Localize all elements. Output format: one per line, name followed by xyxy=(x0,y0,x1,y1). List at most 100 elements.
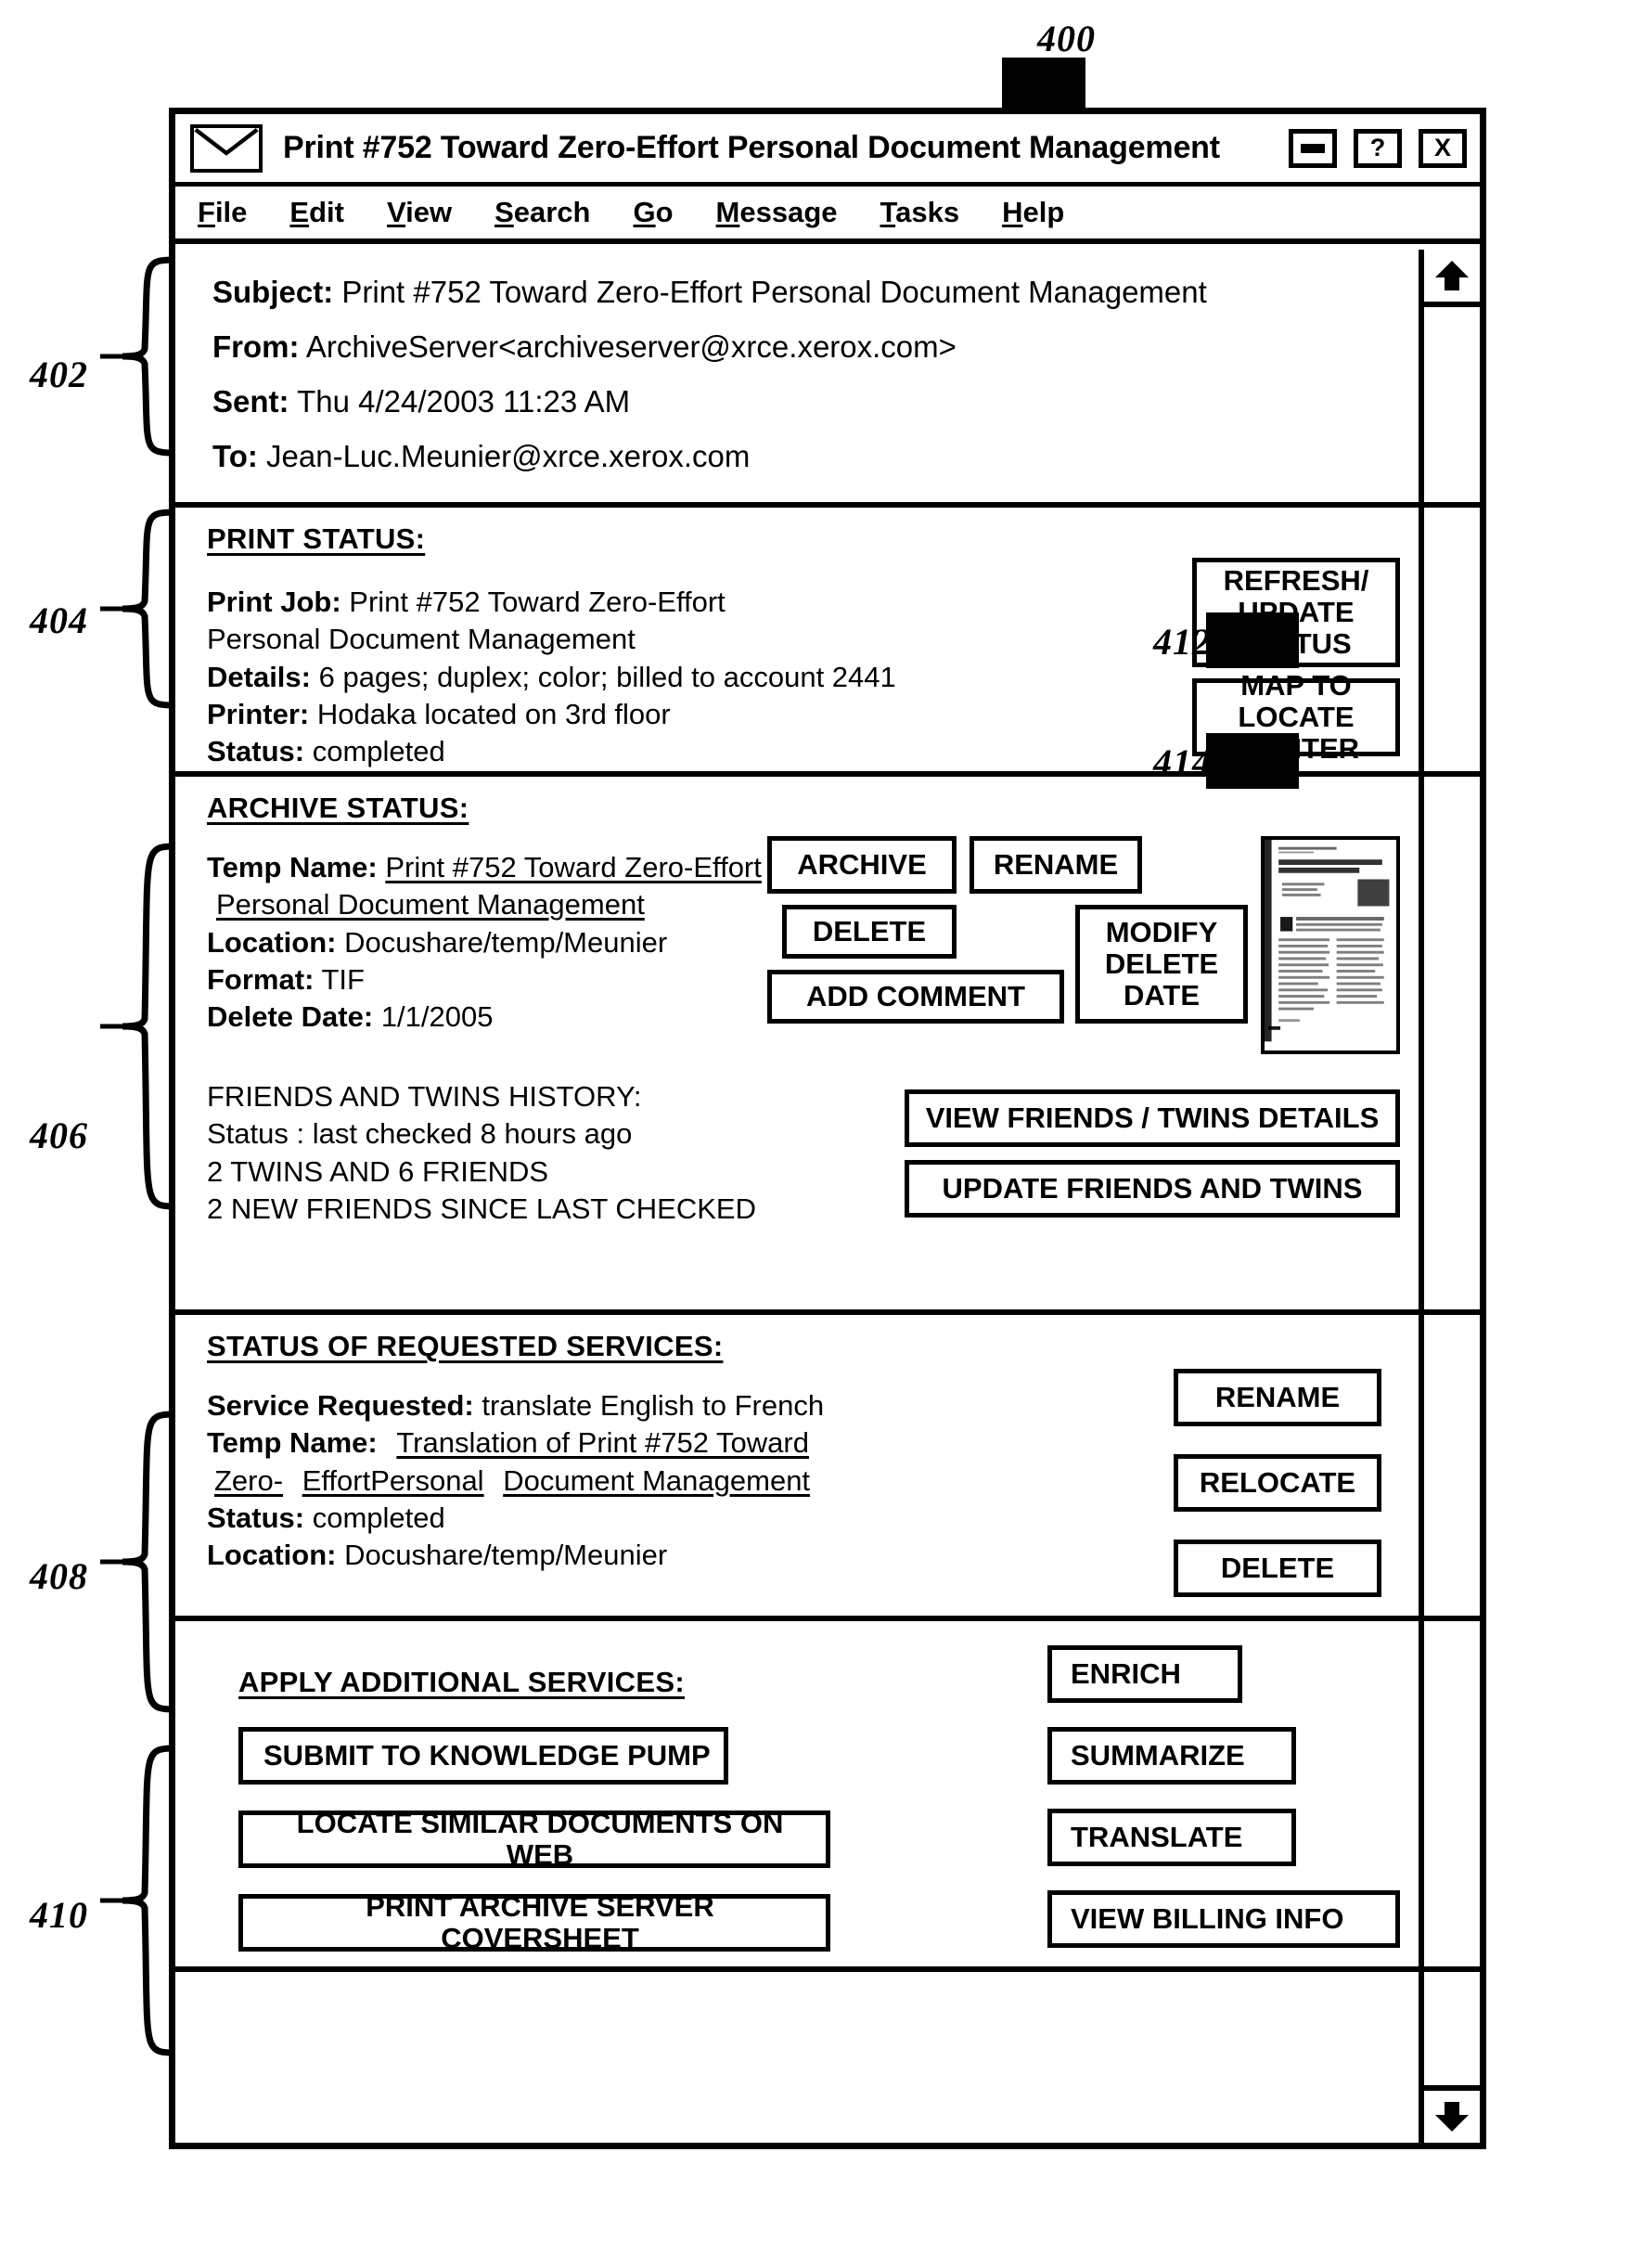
friends-twins-history: FRIENDS AND TWINS HISTORY: Status : last… xyxy=(207,1078,905,1228)
requested-services-section: STATUS OF REQUESTED SERVICES: Service Re… xyxy=(175,1315,1480,1621)
callout-404: 404 xyxy=(30,599,88,641)
service-temp-name-line1[interactable]: Translation of Print #752 Toward xyxy=(396,1426,809,1459)
menu-item-edit[interactable]: Edit xyxy=(289,196,344,229)
requested-services-details: Service Requested: translate English to … xyxy=(207,1387,1174,1574)
archive-rename-button[interactable]: RENAME xyxy=(970,836,1142,894)
callout-412: 412 xyxy=(1153,621,1212,663)
subject-label: Subject: xyxy=(212,275,334,309)
enrich-button[interactable]: ENRICH xyxy=(1047,1645,1242,1703)
sent-row: Sent: Thu 4/24/2003 11:23 AM xyxy=(212,374,1459,429)
to-row: To: Jean-Luc.Meunier@xrce.xerox.com xyxy=(212,429,1459,483)
archive-delete-date-row: Delete Date: 1/1/2005 xyxy=(207,999,767,1036)
modify-delete-date-button[interactable]: MODIFY DELETE DATE xyxy=(1075,905,1248,1024)
additional-services-heading: APPLY ADDITIONAL SERVICES: xyxy=(238,1666,685,1698)
menu-item-search[interactable]: Search xyxy=(494,196,590,229)
subject-value: Print #752 Toward Zero-Effort Personal D… xyxy=(341,275,1207,309)
service-delete-button[interactable]: DELETE xyxy=(1174,1540,1381,1597)
application-window: Print #752 Toward Zero-Effort Personal D… xyxy=(169,108,1486,2149)
print-job-value-line2: Personal Document Management xyxy=(207,623,636,656)
scroll-down-button[interactable] xyxy=(1424,2085,1480,2143)
print-archive-server-coversheet-button[interactable]: PRINT ARCHIVE SERVER COVERSHEET xyxy=(238,1890,830,1954)
service-location-value: Docushare/temp/Meunier xyxy=(344,1539,668,1572)
menu-item-file[interactable]: File xyxy=(198,196,247,229)
friends-twins-heading: FRIENDS AND TWINS HISTORY: xyxy=(207,1080,642,1113)
service-requested-row: Service Requested: translate English to … xyxy=(207,1387,1174,1424)
print-job-value-line1: Print #752 Toward Zero-Effort xyxy=(349,586,726,618)
print-status-row: Status: completed xyxy=(207,733,1192,770)
vertical-scrollbar[interactable] xyxy=(1419,250,1480,2143)
envelope-icon xyxy=(190,123,263,173)
service-requested-label: Service Requested: xyxy=(207,1389,474,1422)
service-temp-name-line2-b[interactable]: EffortPersonal xyxy=(302,1464,484,1497)
to-value: Jean-Luc.Meunier@xrce.xerox.com xyxy=(266,439,751,473)
print-status-details: Print Job: Print #752 Toward Zero-Effort… xyxy=(207,584,1192,770)
printer-label: Printer: xyxy=(207,697,310,730)
callout-414: 414 xyxy=(1153,741,1212,783)
menu-item-view[interactable]: View xyxy=(387,196,452,229)
service-location-label: Location: xyxy=(207,1539,337,1572)
print-status-label: Status: xyxy=(207,735,305,768)
close-button[interactable]: X xyxy=(1419,128,1467,168)
callout-408: 408 xyxy=(30,1555,88,1597)
menu-item-go[interactable]: Go xyxy=(633,196,673,229)
menu-item-help[interactable]: Help xyxy=(1002,196,1064,229)
locate-similar-documents-on-web-button[interactable]: LOCATE SIMILAR DOCUMENTS ON WEB xyxy=(238,1807,830,1871)
scroll-up-button[interactable] xyxy=(1424,250,1480,307)
service-location-row: Location: Docushare/temp/Meunier xyxy=(207,1537,1174,1574)
service-requested-value: translate English to French xyxy=(482,1389,825,1422)
archive-delete-button[interactable]: DELETE xyxy=(782,905,957,959)
summarize-button[interactable]: SUMMARIZE xyxy=(1047,1727,1296,1785)
friends-twins-counts: 2 TWINS AND 6 FRIENDS xyxy=(207,1154,549,1188)
view-billing-info-button[interactable]: VIEW BILLING INFO xyxy=(1047,1890,1400,1948)
service-temp-name-line2-c[interactable]: Document Management xyxy=(503,1464,810,1497)
archive-format-value: TIF xyxy=(321,962,365,996)
help-button[interactable]: ? xyxy=(1354,128,1402,168)
scroll-down-icon xyxy=(1435,2102,1469,2132)
callout-412-leader-line xyxy=(1206,612,1299,668)
submit-to-knowledge-pump-button[interactable]: SUBMIT TO KNOWLEDGE PUMP xyxy=(238,1727,728,1785)
service-temp-name-row: Temp Name: Translation of Print #752 Tow… xyxy=(207,1424,1174,1462)
archive-temp-name-line2[interactable]: Personal Document Management xyxy=(216,888,645,921)
friends-twins-status: Status : last checked 8 hours ago xyxy=(207,1117,633,1151)
translate-button[interactable]: TRANSLATE xyxy=(1047,1809,1296,1866)
print-job-row: Print Job: Print #752 Toward Zero-Effort xyxy=(207,584,1192,621)
service-relocate-button[interactable]: RELOCATE xyxy=(1174,1454,1381,1512)
service-rename-button[interactable]: RENAME xyxy=(1174,1369,1381,1426)
document-thumbnail[interactable] xyxy=(1261,836,1400,1054)
minimize-icon xyxy=(1301,143,1325,153)
printer-row: Printer: Hodaka located on 3rd floor xyxy=(207,696,1192,733)
friends-twins-new: 2 NEW FRIENDS SINCE LAST CHECKED xyxy=(207,1192,756,1225)
update-friends-and-twins-button[interactable]: UPDATE FRIENDS AND TWINS xyxy=(905,1160,1400,1218)
archive-status-details: Temp Name: Print #752 Toward Zero-Effort… xyxy=(207,849,767,1036)
archive-location-value: Docushare/temp/Meunier xyxy=(344,925,668,959)
view-friends-twins-details-button[interactable]: VIEW FRIENDS / TWINS DETAILS xyxy=(905,1089,1400,1147)
archive-format-row: Format: TIF xyxy=(207,961,767,999)
archive-temp-name-line1[interactable]: Print #752 Toward Zero-Effort xyxy=(385,851,762,883)
minimize-button[interactable] xyxy=(1289,128,1337,168)
archive-location-row: Location: Docushare/temp/Meunier xyxy=(207,924,767,961)
menu-item-message[interactable]: Message xyxy=(716,196,838,229)
printer-value: Hodaka located on 3rd floor xyxy=(316,697,671,730)
archive-button[interactable]: ARCHIVE xyxy=(767,836,957,894)
details-label: Details: xyxy=(207,660,311,693)
details-value: 6 pages; duplex; color; billed to accoun… xyxy=(318,660,896,693)
window-controls: ? X xyxy=(1289,128,1467,168)
requested-services-heading: STATUS OF REQUESTED SERVICES: xyxy=(207,1330,724,1362)
archive-location-label: Location: xyxy=(207,925,337,959)
scroll-up-icon xyxy=(1435,261,1469,290)
scrollbar-track[interactable] xyxy=(1424,307,1480,2085)
to-label: To: xyxy=(212,439,258,473)
from-label: From: xyxy=(212,329,300,364)
sent-value: Thu 4/24/2003 11:23 AM xyxy=(297,384,631,419)
add-comment-button[interactable]: ADD COMMENT xyxy=(767,970,1064,1024)
service-status-row: Status: completed xyxy=(207,1500,1174,1537)
archive-temp-name-label: Temp Name: xyxy=(207,851,378,883)
service-temp-name-line2-a[interactable]: Zero- xyxy=(214,1464,283,1497)
from-row: From: ArchiveServer<archiveserver@xrce.x… xyxy=(212,319,1459,374)
service-temp-name-label: Temp Name: xyxy=(207,1426,378,1460)
sent-label: Sent: xyxy=(212,384,289,419)
title-bar: Print #752 Toward Zero-Effort Personal D… xyxy=(175,114,1480,187)
message-headers-section: Subject: Print #752 Toward Zero-Effort P… xyxy=(175,244,1480,508)
callout-410: 410 xyxy=(30,1894,88,1936)
menu-item-tasks[interactable]: Tasks xyxy=(880,196,960,229)
